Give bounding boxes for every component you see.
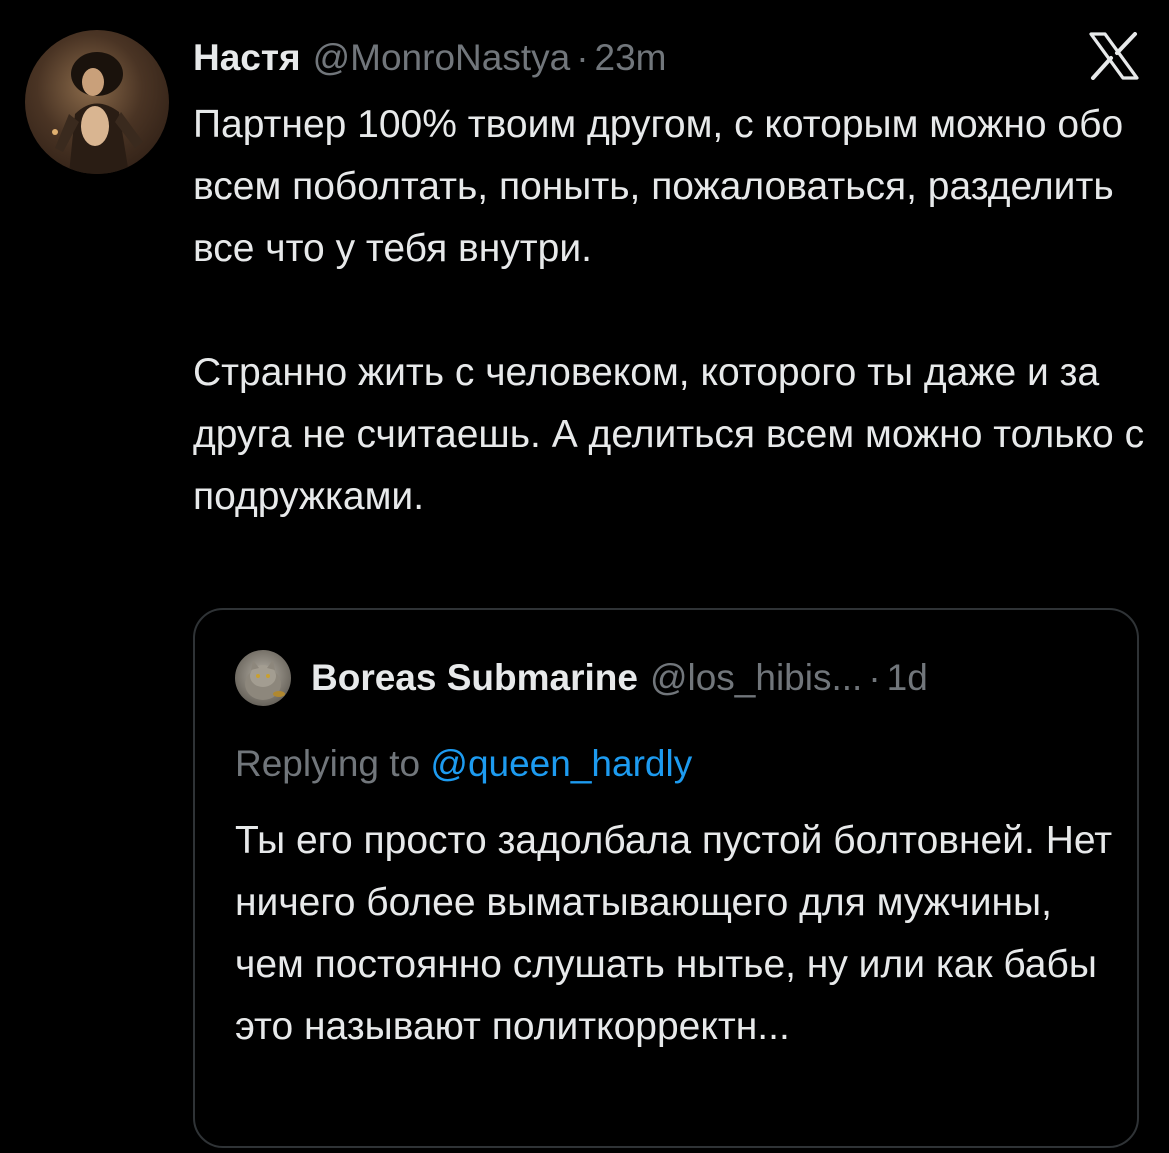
tweet-paragraph-1: Партнер 100% твоим другом, с которым мож… [193, 103, 1124, 270]
tweet-card[interactable]: Настя @MonroNastya · 23m Партнер 100% тв… [0, 0, 1169, 1153]
quoted-author-name[interactable]: Boreas Submarine [311, 652, 638, 704]
quoted-header-separator: · [868, 657, 881, 698]
header-separator: · [576, 37, 589, 78]
tweet-header: Настя @MonroNastya · 23m [193, 30, 667, 86]
author-handle[interactable]: @MonroNastya [313, 30, 571, 86]
quoted-author-avatar[interactable] [235, 650, 291, 706]
replying-to-line: Replying to @queen_hardly [235, 738, 692, 790]
quoted-author-handle[interactable]: @los_hibis... [650, 652, 862, 704]
tweet-body: Партнер 100% твоим другом, с которым мож… [193, 94, 1153, 528]
quoted-tweet-body: Ты его просто задолбала пустой болтовней… [235, 819, 1113, 1048]
tweet-timestamp[interactable]: 23m [595, 30, 667, 86]
quoted-tweet-header: Boreas Submarine @los_hibis... · 1d [311, 652, 928, 704]
replying-to-label: Replying to [235, 743, 421, 784]
author-avatar[interactable] [25, 30, 169, 174]
replying-to-mention[interactable]: @queen_hardly [430, 743, 692, 784]
quoted-tweet-timestamp[interactable]: 1d [887, 652, 928, 704]
author-name[interactable]: Настя [193, 30, 301, 86]
x-logo-icon [1088, 32, 1140, 80]
tweet-paragraph-2: Странно жить с человеком, которого ты да… [193, 351, 1145, 518]
quoted-tweet-card[interactable]: Boreas Submarine @los_hibis... · 1d Repl… [193, 608, 1139, 1148]
